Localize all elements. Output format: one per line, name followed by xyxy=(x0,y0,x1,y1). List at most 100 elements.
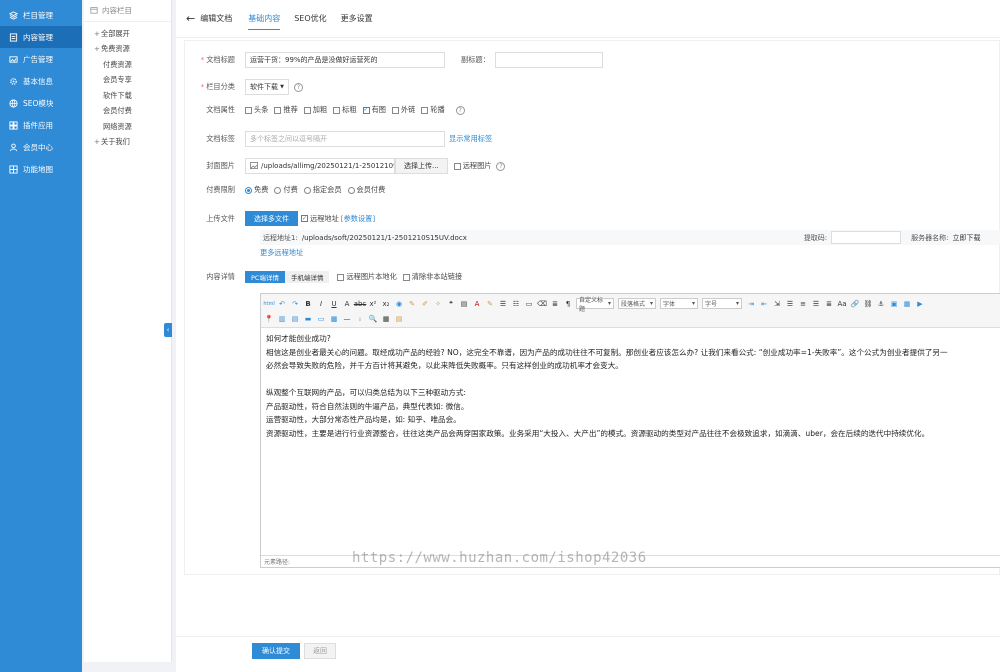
undo-icon[interactable]: ↶ xyxy=(277,299,287,309)
tags-input[interactable]: 多个标签之间以逗号隔开 xyxy=(245,131,445,147)
background-icon[interactable]: ▩ xyxy=(329,314,339,324)
sidebar-item-basic-info[interactable]: 基本信息 xyxy=(0,70,82,92)
multi-image-icon[interactable]: ▦ xyxy=(902,299,912,309)
remote-address-checkbox[interactable]: ✓ 远程地址 xyxy=(301,214,339,224)
param-settings-link[interactable]: [参数设置] xyxy=(341,214,375,224)
attr-checkbox-has-image[interactable]: ✓ 有图 xyxy=(362,105,386,115)
align-center-icon[interactable]: ≡ xyxy=(798,299,808,309)
select-all-icon[interactable]: ▭ xyxy=(524,299,534,309)
special-char-icon[interactable]: ᵢ xyxy=(355,314,365,324)
unlink-icon[interactable]: ⛓ xyxy=(863,299,873,309)
server-name-input[interactable]: 立即下载 xyxy=(953,233,981,243)
tree-node-member-paid[interactable]: 会员付费 xyxy=(84,104,171,120)
subscript-icon[interactable]: x₂ xyxy=(381,299,391,309)
show-common-tags-link[interactable]: 显示常用标签 xyxy=(449,134,492,144)
font-border-icon[interactable]: A xyxy=(342,299,352,309)
tab-basic-content[interactable]: 基础内容 xyxy=(248,0,281,38)
help-icon[interactable]: ? xyxy=(455,105,465,115)
help-icon[interactable]: ? xyxy=(294,82,303,92)
font-color-icon[interactable]: A xyxy=(472,299,482,309)
tree-node-free-resources[interactable]: + 免费资源 xyxy=(84,42,171,58)
pay-radio-specified-member[interactable]: 指定会员 xyxy=(303,185,342,195)
video-icon[interactable]: ▶ xyxy=(915,299,925,309)
pay-radio-free[interactable]: 免费 xyxy=(245,185,268,195)
title-input[interactable]: 运营干货：99%的产品是没做好运营死的 xyxy=(245,52,445,68)
clear-doc-icon[interactable]: ⌫ xyxy=(537,299,547,309)
redo-icon[interactable]: ↷ xyxy=(290,299,300,309)
blockquote-icon[interactable]: ❝ xyxy=(446,299,456,309)
rtl-icon[interactable]: ⇤ xyxy=(759,299,769,309)
pasteplain-icon[interactable]: ▤ xyxy=(459,299,469,309)
sidebar-item-ad-manage[interactable]: 广告管理 xyxy=(0,48,82,70)
category-select[interactable]: 软件下载 ▼ xyxy=(245,79,289,95)
insert-frame-icon[interactable]: ▥ xyxy=(277,314,287,324)
search-replace-icon[interactable]: 🔍 xyxy=(368,314,378,324)
remote-address-value[interactable]: /uploads/soft/20250121/1-2501210S15UV.do… xyxy=(302,234,804,242)
pay-radio-member-paid[interactable]: 会员付费 xyxy=(347,185,385,195)
sidebar-item-function-map[interactable]: 功能地图 xyxy=(0,158,82,180)
expand-icon[interactable]: + xyxy=(94,45,101,53)
attr-checkbox-carousel[interactable]: 轮播 xyxy=(421,105,445,115)
align-right-icon[interactable]: ☰ xyxy=(811,299,821,309)
link-icon[interactable]: 🔗 xyxy=(850,299,860,309)
cover-path-input[interactable]: /uploads/allimg/20250121/1-2501210934 xyxy=(245,158,395,174)
align-justify-icon[interactable]: ≣ xyxy=(824,299,834,309)
eraser-icon[interactable]: ✐ xyxy=(420,299,430,309)
custom-title-select[interactable]: 自定义标题 ▾ xyxy=(576,297,614,313)
attr-checkbox-recommend[interactable]: 推荐 xyxy=(274,105,298,115)
strikethrough-icon[interactable]: abc xyxy=(354,299,367,309)
unordered-list-icon[interactable]: ☷ xyxy=(511,299,521,309)
font-size-select[interactable]: 字号 ▾ xyxy=(702,298,742,309)
pay-radio-paid[interactable]: 付费 xyxy=(274,185,298,195)
tree-node-about-us[interactable]: + 关于我们 xyxy=(84,135,171,151)
tree-node-member-exclusive[interactable]: 会员专享 xyxy=(84,73,171,89)
source-code-icon[interactable]: html xyxy=(263,299,274,309)
ordered-list-icon[interactable]: ☰ xyxy=(498,299,508,309)
attr-checkbox-headline[interactable]: 头条 xyxy=(245,105,268,115)
template-icon[interactable]: ▭ xyxy=(316,314,326,324)
remote-image-checkbox[interactable]: 远程图片 xyxy=(453,161,491,171)
sidebar-item-member-center[interactable]: 会员中心 xyxy=(0,136,82,158)
expand-icon[interactable]: + xyxy=(94,138,101,146)
align-left-icon[interactable]: ☰ xyxy=(785,299,795,309)
tab-mobile-detail[interactable]: 手机端详情 xyxy=(284,271,330,283)
tab-more-settings[interactable]: 更多设置 xyxy=(341,0,373,38)
tab-pc-detail[interactable]: PC端详情 xyxy=(245,271,285,283)
localize-images-checkbox[interactable]: 远程图片本地化 xyxy=(337,272,397,282)
confirm-submit-button[interactable]: 确认提交 xyxy=(252,643,300,659)
font-family-select[interactable]: 字体 ▾ xyxy=(660,298,698,309)
preview-icon[interactable]: ▦ xyxy=(381,314,391,324)
underline-icon[interactable]: U xyxy=(329,299,339,309)
attr-checkbox-external-link[interactable]: 外链 xyxy=(391,105,415,115)
highlight-icon[interactable]: ✎ xyxy=(485,299,495,309)
tree-node-paid-resources[interactable]: 付费资源 xyxy=(84,57,171,73)
sidebar-item-content-manage[interactable]: 内容管理 xyxy=(0,26,82,48)
help-icon[interactable]: ? xyxy=(496,161,506,171)
attr-checkbox-mark[interactable]: 标粗 xyxy=(333,105,357,115)
case-icon[interactable]: Aa xyxy=(837,299,847,309)
back-return-button[interactable]: 返回 xyxy=(304,643,336,659)
superscript-icon[interactable]: x² xyxy=(368,299,378,309)
paragraph-format-select[interactable]: 段落格式 ▾ xyxy=(618,298,656,309)
editor-content[interactable]: 如何才能创业成功? 相信这是创业者最关心的问题。取经成功产品的经验? NO，这完… xyxy=(261,328,1000,550)
horizontal-rule-icon[interactable]: — xyxy=(342,314,352,324)
anchor-icon[interactable]: ⚓ xyxy=(876,299,886,309)
select-files-button[interactable]: 选择多文件 xyxy=(245,211,298,226)
format-match-icon[interactable]: ◉ xyxy=(394,299,404,309)
expand-icon[interactable]: + xyxy=(94,30,101,38)
tree-node-expand-all[interactable]: + 全部展开 xyxy=(84,26,171,42)
italic-icon[interactable]: I xyxy=(316,299,326,309)
row-spacing-icon[interactable]: ≣ xyxy=(550,299,560,309)
sidebar-item-plugins[interactable]: 插件应用 xyxy=(0,114,82,136)
clear-links-checkbox[interactable]: 清除非本站链接 xyxy=(402,272,462,282)
tab-seo[interactable]: SEO优化 xyxy=(294,0,326,38)
tree-node-network-resources[interactable]: 网络资源 xyxy=(84,119,171,135)
more-remote-address-link[interactable]: 更多远程地址 xyxy=(260,248,303,258)
paragraph-icon[interactable]: ¶ xyxy=(563,299,573,309)
indent-icon[interactable]: ⇲ xyxy=(772,299,782,309)
sidebar-item-seo[interactable]: SEO模块 xyxy=(0,92,82,114)
collapse-tree-button[interactable]: ‹ xyxy=(164,323,172,337)
brush-icon[interactable]: ✎ xyxy=(407,299,417,309)
ltr-icon[interactable]: ⇥ xyxy=(746,299,756,309)
extract-code-input[interactable] xyxy=(831,231,902,244)
